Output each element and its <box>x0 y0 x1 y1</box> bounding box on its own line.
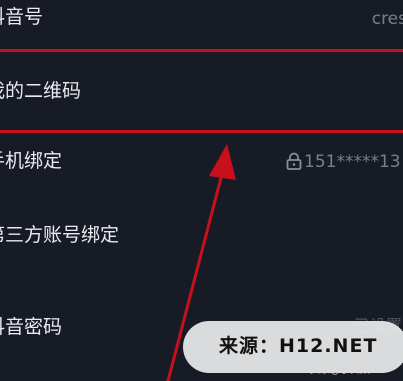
source-watermark: 来源：H12.NET <box>183 321 403 373</box>
watermark-source-text: 来源：H12.NET <box>219 335 378 357</box>
account-settings-screen: 科音号 cres 我的二维码 手机绑定 151*****13 第三方账号绑定 抖… <box>0 0 403 381</box>
watermark-credit-text: 头条@小白菜 <box>310 365 370 376</box>
